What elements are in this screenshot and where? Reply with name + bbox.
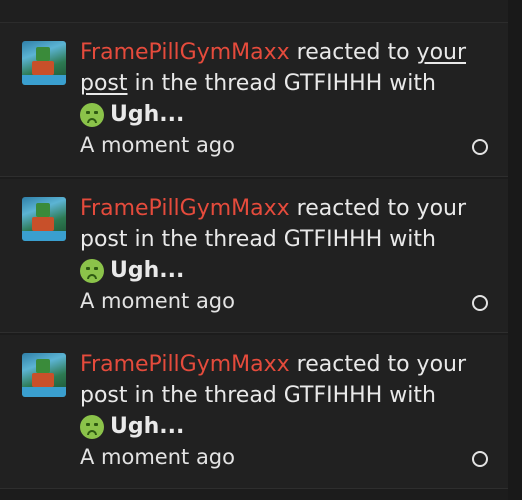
mark-read-toggle-icon[interactable] xyxy=(472,139,488,155)
reaction-label: Ugh... xyxy=(110,258,185,283)
alert-item[interactable]: FramePillGymMaxx reacted to your post in… xyxy=(0,179,522,333)
alert-item[interactable]: FramePillGymMaxx reacted to your post in… xyxy=(0,23,522,177)
alert-content: FramePillGymMaxx reacted to your post in… xyxy=(80,193,475,317)
previous-alert-fragment xyxy=(0,0,522,23)
nauseated-face-icon xyxy=(80,258,104,283)
alert-message: FramePillGymMaxx reacted to your post in… xyxy=(80,37,475,99)
alert-message: FramePillGymMaxx reacted to your post in… xyxy=(80,349,475,411)
alert-text: in the thread GTFIHHH with xyxy=(127,383,436,408)
alert-text: in the thread GTFIHHH with xyxy=(127,71,436,96)
alert-time: A moment ago xyxy=(80,445,235,469)
alert-message: FramePillGymMaxx reacted to your post in… xyxy=(80,193,475,255)
nauseated-face-icon xyxy=(80,414,104,439)
mark-read-toggle-icon[interactable] xyxy=(472,451,488,467)
avatar[interactable] xyxy=(22,41,66,85)
alert-text: reacted to xyxy=(289,40,417,65)
reaction-label: Ugh... xyxy=(110,102,185,127)
username-link[interactable]: FramePillGymMaxx xyxy=(80,196,290,221)
alert-text: reacted to xyxy=(289,196,417,221)
alert-content: FramePillGymMaxx reacted to your post in… xyxy=(80,37,475,161)
reaction: Ugh... xyxy=(80,255,475,286)
username-link[interactable]: FramePillGymMaxx xyxy=(80,352,290,377)
username-link[interactable]: FramePillGymMaxx xyxy=(80,40,290,65)
reaction: Ugh... xyxy=(80,99,475,130)
alert-list: FramePillGymMaxx reacted to your post in… xyxy=(0,0,522,500)
avatar[interactable] xyxy=(22,197,66,241)
alert-text: in the thread GTFIHHH with xyxy=(127,227,436,252)
alert-item[interactable]: FramePillGymMaxx reacted to your post in… xyxy=(0,335,522,489)
alert-time: A moment ago xyxy=(80,133,235,157)
scrollbar-track[interactable] xyxy=(508,0,522,500)
mark-read-toggle-icon[interactable] xyxy=(472,295,488,311)
alert-text: reacted to xyxy=(289,352,417,377)
nauseated-face-icon xyxy=(80,102,104,127)
alert-content: FramePillGymMaxx reacted to your post in… xyxy=(80,349,475,473)
avatar[interactable] xyxy=(22,353,66,397)
alert-time: A moment ago xyxy=(80,289,235,313)
reaction: Ugh... xyxy=(80,411,475,442)
reaction-label: Ugh... xyxy=(110,414,185,439)
